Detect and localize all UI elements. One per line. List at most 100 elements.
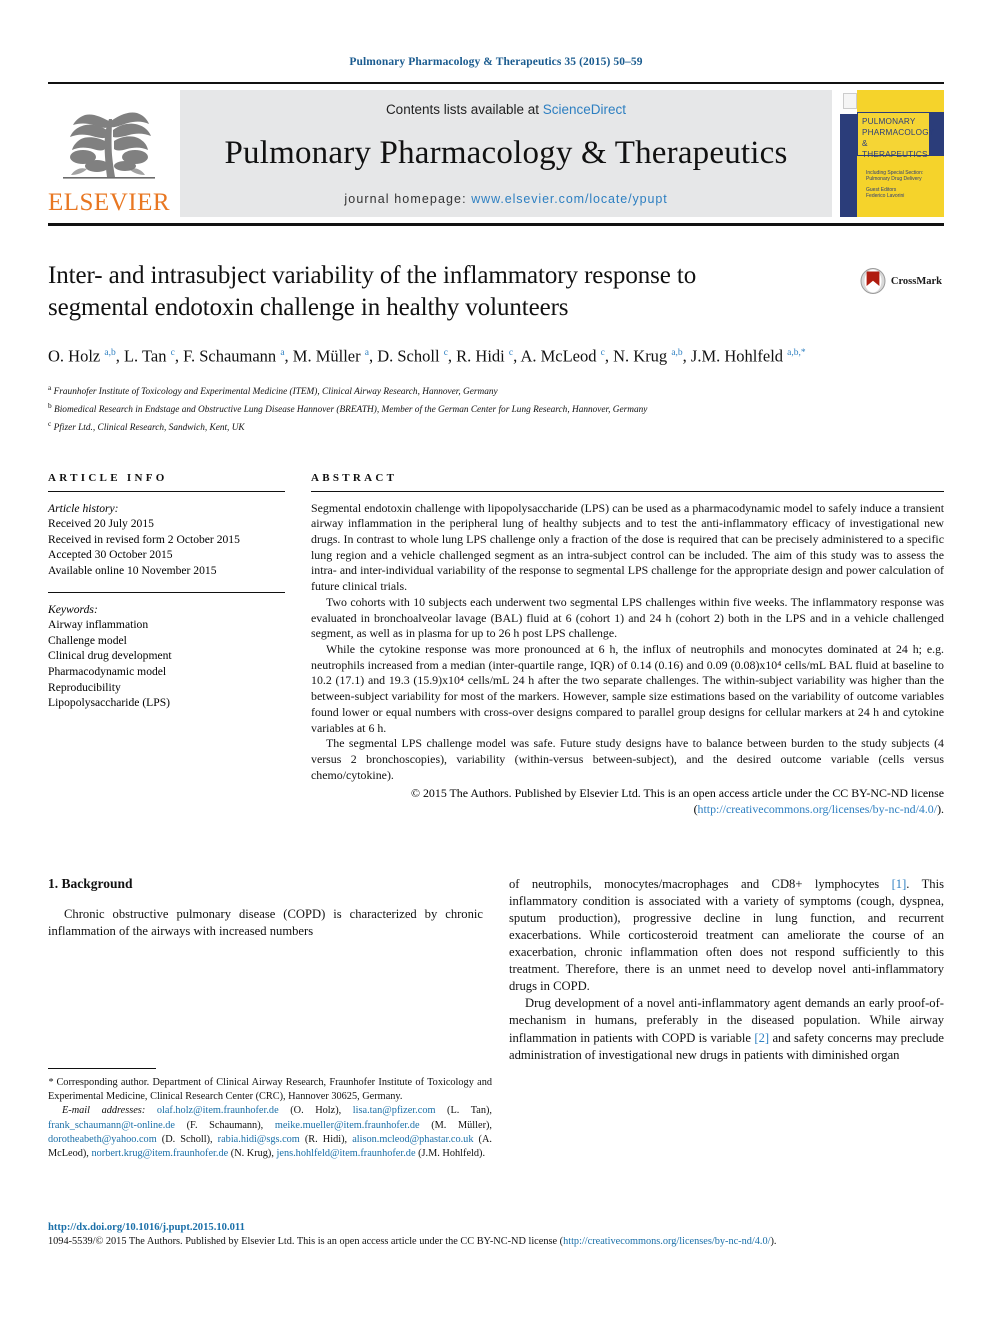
author-separator: , [174, 346, 184, 366]
author-separator: , [115, 346, 124, 366]
keyword-item: Lipopolysaccharide (LPS) [48, 696, 171, 710]
email-link[interactable]: lisa.tan@pfizer.com [353, 1105, 436, 1116]
corresponding-author-note: * Corresponding author. Department of Cl… [48, 1076, 492, 1104]
background-paragraph-right-1: of neutrophils, monocytes/macrophages an… [509, 876, 944, 996]
article-history-group: Article history: Received 20 July 2015 Re… [48, 501, 285, 579]
footer-license-link[interactable]: http://creativecommons.org/licenses/by-n… [563, 1236, 770, 1247]
abstract-paragraph: The segmental LPS challenge model was sa… [311, 736, 944, 782]
email-person: (D. Scholl), [156, 1133, 218, 1145]
doi-link[interactable]: http://dx.doi.org/10.1016/j.pupt.2015.10… [48, 1222, 944, 1233]
article-title: Inter- and intrasubject variability of t… [48, 262, 697, 321]
sciencedirect-link[interactable]: ScienceDirect [543, 102, 626, 117]
cover-title-line-1: PULMONARY [862, 117, 916, 126]
author-affiliation-marker: a,b [671, 348, 683, 358]
citation-ref-2[interactable]: [2] [754, 1031, 769, 1045]
email-addresses-note: E-mail addresses: olaf.holz@item.fraunho… [48, 1104, 492, 1161]
issn-copyright-suffix: ). [770, 1236, 777, 1247]
email-addresses-label: E-mail addresses: [62, 1105, 146, 1117]
email-link[interactable]: meike.mueller@item.fraunhofer.de [275, 1120, 420, 1131]
journal-title: Pulmonary Pharmacology & Therapeutics [224, 134, 788, 171]
author-name: F. Schaumann [183, 346, 281, 366]
masthead-container: ELSEVIER Contents lists available at Sci… [48, 82, 944, 217]
body-column-right: of neutrophils, monocytes/macrophages an… [509, 876, 944, 1064]
masthead: ELSEVIER Contents lists available at Sci… [48, 90, 944, 217]
body-column-left: 1. Background Chronic obstructive pulmon… [48, 876, 483, 1064]
footnote-rule [48, 1068, 156, 1069]
keyword-item: Airway inflammation [48, 618, 149, 632]
abstract-paragraph: Two cohorts with 10 subjects each underw… [311, 594, 944, 641]
email-link[interactable]: frank_schaumann@t-online.de [48, 1120, 175, 1131]
author-name: O. Holz [48, 346, 105, 366]
affiliation-text: Pfizer Ltd., Clinical Research, Sandwich… [51, 423, 245, 434]
author-name: R. Hidi [456, 346, 509, 366]
author-affiliation-marker: a,b,* [787, 348, 806, 358]
email-person: (O. Holz), [278, 1105, 353, 1117]
email-person: (F. Schaumann), [175, 1119, 275, 1131]
author-name: M. Müller [292, 346, 365, 366]
contents-available-line: Contents lists available at ScienceDirec… [386, 102, 626, 117]
journal-cover-image: PULMONARY PHARMACOLOGY & THERAPEUTICS In… [840, 90, 944, 217]
abstract-heading: ABSTRACT [311, 471, 398, 484]
cover-title-line-2: PHARMACOLOGY [862, 128, 935, 137]
email-person: (M. Müller), [419, 1119, 493, 1131]
abstract-license-link[interactable]: http://creativecommons.org/licenses/by-n… [698, 802, 938, 816]
journal-homepage-line: journal homepage: www.elsevier.com/locat… [344, 192, 667, 206]
corresponding-author-text: Corresponding author. Department of Clin… [48, 1077, 492, 1103]
keywords-group: Keywords: Airway inflammation Challenge m… [48, 602, 285, 711]
citation-ref-1[interactable]: [1] [892, 877, 907, 891]
affiliation-text: Biomedical Research in Endstage and Obst… [51, 404, 648, 415]
contents-prefix-text: Contents lists available at [385, 101, 543, 117]
email-link[interactable]: alison.mcleod@phastar.co.uk [352, 1134, 473, 1145]
issn-copyright-line: 1094-5539/© 2015 The Authors. Published … [48, 1235, 944, 1249]
elsevier-wordmark: ELSEVIER [47, 189, 171, 216]
author-separator: , [447, 346, 457, 366]
journal-homepage-url[interactable]: www.elsevier.com/locate/ypupt [471, 192, 667, 206]
author-name: N. Krug [613, 346, 672, 366]
abstract-rule [311, 490, 944, 492]
journal-article-page: Pulmonary Pharmacology & Therapeutics 35… [0, 0, 992, 1323]
article-history-title: Article history: [48, 501, 119, 515]
footnote-area: * Corresponding author. Department of Cl… [48, 1068, 492, 1161]
cover-title-line-3: & THERAPEUTICS [862, 139, 928, 159]
email-link[interactable]: norbert.krug@item.fraunhofer.de [91, 1148, 228, 1159]
email-person: (L. Tan), [435, 1105, 492, 1117]
affiliation-text: Fraunhofer Institute of Toxicology and E… [51, 386, 498, 397]
background-paragraph-left: Chronic obstructive pulmonary disease (C… [48, 906, 483, 938]
cover-elsevier-mark-icon [843, 93, 857, 109]
email-link[interactable]: rabia.hidi@sgs.com [218, 1134, 300, 1145]
page-footer: http://dx.doi.org/10.1016/j.pupt.2015.10… [48, 1222, 944, 1249]
abstract-copyright-suffix: ). [937, 802, 944, 817]
author-name: A. McLeod [520, 346, 601, 366]
author-separator: , [368, 346, 378, 366]
article-info-heading: ARTICLE INFO [48, 471, 168, 484]
article-history-item: Received in revised form 2 October 2015 [48, 532, 240, 546]
email-link[interactable]: olaf.holz@item.fraunhofer.de [157, 1105, 279, 1116]
issn-copyright-prefix: 1094-5539/© 2015 The Authors. Published … [48, 1236, 564, 1247]
info-abstract-section: ARTICLE INFO Article history: Received 2… [48, 472, 944, 818]
title-block: Inter- and intrasubject variability of t… [48, 260, 944, 436]
affiliation-list: a Fraunhofer Institute of Toxicology and… [48, 381, 944, 436]
affiliation-line: a Fraunhofer Institute of Toxicology and… [48, 381, 944, 399]
article-history-item: Accepted 30 October 2015 [48, 548, 173, 562]
keyword-item: Challenge model [48, 633, 127, 647]
cover-sub-line-2: Pulmonary Drug Delivery [866, 176, 922, 183]
masthead-bottom-rule [48, 223, 944, 226]
article-history-items: Received 20 July 2015 Received in revised… [48, 516, 285, 578]
abstract-body: Segmental endotoxin challenge with lipop… [311, 501, 944, 784]
journal-homepage-label: journal homepage: [344, 191, 467, 206]
keyword-item: Clinical drug development [48, 649, 172, 663]
journal-cover-thumbnail: PULMONARY PHARMACOLOGY & THERAPEUTICS In… [840, 90, 944, 217]
author-separator: , [604, 346, 614, 366]
abstract-column: ABSTRACT Segmental endotoxin challenge w… [311, 472, 944, 818]
keywords-items: Airway inflammation Challenge model Clinic… [48, 617, 285, 711]
keywords-title: Keywords: [48, 602, 98, 616]
crossmark-badge[interactable]: CrossMark [860, 268, 942, 294]
email-person: (J.M. Hohlfeld). [415, 1148, 486, 1160]
email-link[interactable]: jens.hohlfeld@item.fraunhofer.de [277, 1148, 416, 1159]
section-heading-background: 1. Background [48, 875, 133, 891]
article-info-column: ARTICLE INFO Article history: Received 2… [48, 472, 285, 818]
author-separator: , [284, 346, 293, 366]
email-link[interactable]: dorotheabeth@yahoo.com [48, 1134, 157, 1145]
cover-sub-line-4: Federico Lavorini [866, 193, 905, 200]
abstract-paragraph: Segmental endotoxin challenge with lipop… [311, 500, 944, 594]
